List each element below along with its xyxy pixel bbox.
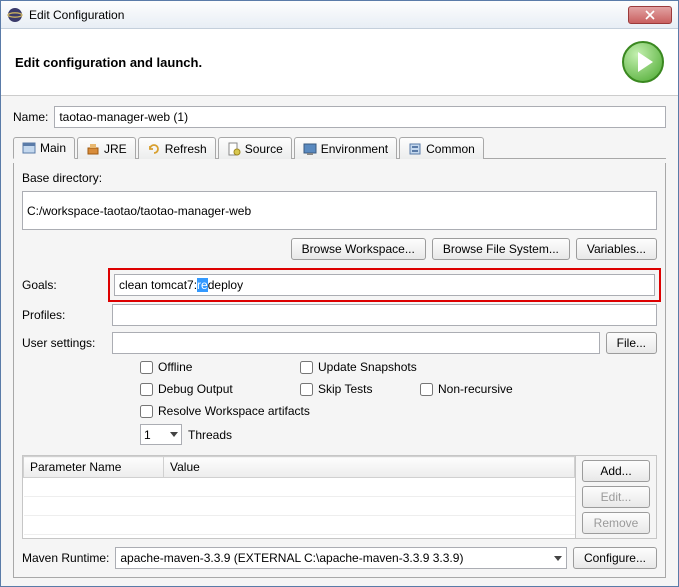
runtime-label: Maven Runtime:: [22, 551, 109, 565]
profiles-label: Profiles:: [22, 308, 106, 322]
parameter-table[interactable]: Parameter NameValue: [23, 456, 575, 535]
update-snapshots-checkbox[interactable]: Update Snapshots: [300, 360, 430, 374]
goals-highlight-box: clean tomcat7:redeploy: [108, 268, 661, 302]
base-dir-input[interactable]: [22, 191, 657, 230]
tab-source[interactable]: Source: [218, 137, 292, 159]
table-row[interactable]: [24, 478, 575, 497]
table-row[interactable]: [24, 497, 575, 516]
close-button[interactable]: [628, 6, 672, 24]
environment-icon: [303, 142, 317, 156]
browse-filesystem-button[interactable]: Browse File System...: [432, 238, 570, 260]
param-col-value[interactable]: Value: [164, 457, 575, 478]
tab-environment[interactable]: Environment: [294, 137, 397, 159]
source-icon: [227, 142, 241, 156]
titlebar: Edit Configuration: [1, 1, 678, 29]
profiles-input[interactable]: [112, 304, 657, 326]
variables-button[interactable]: Variables...: [576, 238, 657, 260]
run-button[interactable]: [622, 41, 664, 83]
browse-workspace-button[interactable]: Browse Workspace...: [291, 238, 426, 260]
window-title: Edit Configuration: [29, 8, 628, 22]
main-icon: [22, 141, 36, 155]
user-settings-input[interactable]: [112, 332, 600, 354]
name-label: Name:: [13, 110, 48, 124]
common-icon: [408, 142, 422, 156]
eclipse-icon: [7, 7, 23, 23]
tab-jre[interactable]: JRE: [77, 137, 136, 159]
play-icon: [638, 52, 653, 72]
add-button[interactable]: Add...: [582, 460, 650, 482]
jre-icon: [86, 142, 100, 156]
tabs: Main JRE Refresh Source Environment Comm…: [13, 136, 666, 159]
base-dir-label: Base directory:: [22, 171, 102, 185]
name-input[interactable]: [54, 106, 666, 128]
debug-output-checkbox[interactable]: Debug Output: [140, 382, 270, 396]
configure-button[interactable]: Configure...: [573, 547, 657, 569]
param-col-name[interactable]: Parameter Name: [24, 457, 164, 478]
user-settings-label: User settings:: [22, 336, 106, 350]
goals-input[interactable]: clean tomcat7:redeploy: [114, 274, 655, 296]
offline-checkbox[interactable]: Offline: [140, 360, 270, 374]
tab-refresh[interactable]: Refresh: [138, 137, 216, 159]
goals-label: Goals:: [22, 278, 106, 292]
non-recursive-checkbox[interactable]: Non-recursive: [420, 382, 550, 396]
runtime-select[interactable]: apache-maven-3.3.9 (EXTERNAL C:\apache-m…: [115, 547, 567, 569]
threads-label: Threads: [188, 428, 232, 442]
tab-main[interactable]: Main: [13, 137, 75, 159]
chevron-down-icon: [170, 432, 178, 437]
file-button[interactable]: File...: [606, 332, 657, 354]
resolve-workspace-checkbox[interactable]: Resolve Workspace artifacts: [140, 404, 360, 418]
banner: Edit configuration and launch.: [1, 29, 678, 96]
edit-button[interactable]: Edit...: [582, 486, 650, 508]
refresh-icon: [147, 142, 161, 156]
tab-common[interactable]: Common: [399, 137, 484, 159]
chevron-down-icon: [554, 556, 562, 561]
banner-title: Edit configuration and launch.: [15, 55, 622, 70]
threads-select[interactable]: 1: [140, 424, 182, 445]
skip-tests-checkbox[interactable]: Skip Tests: [300, 382, 390, 396]
remove-button[interactable]: Remove: [582, 512, 650, 534]
close-icon: [645, 10, 655, 20]
table-row[interactable]: [24, 516, 575, 535]
